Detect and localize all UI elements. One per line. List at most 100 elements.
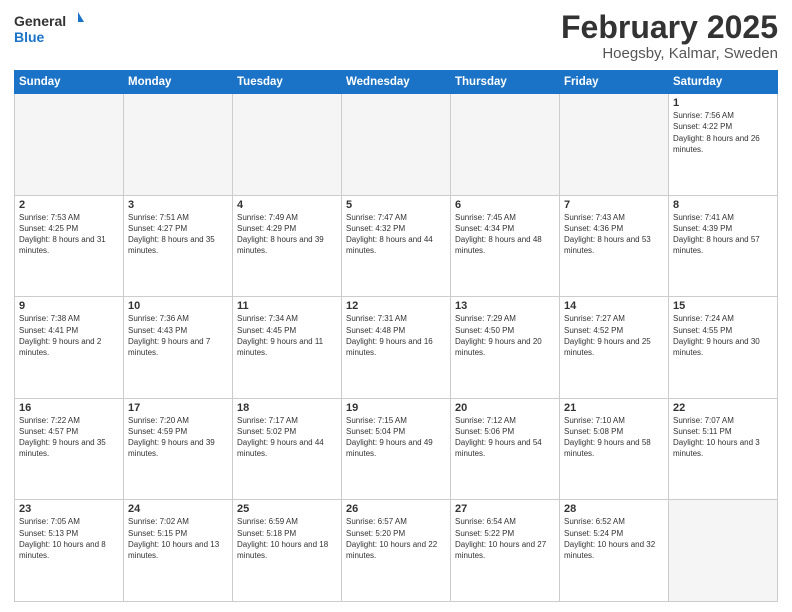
day-info: Sunrise: 7:10 AMSunset: 5:08 PMDaylight:… [564,415,664,460]
day-info: Sunrise: 7:45 AMSunset: 4:34 PMDaylight:… [455,212,555,257]
day-info: Sunrise: 7:20 AMSunset: 4:59 PMDaylight:… [128,415,228,460]
day-info: Sunrise: 7:41 AMSunset: 4:39 PMDaylight:… [673,212,773,257]
logo: General Blue [14,10,84,46]
col-saturday: Saturday [669,71,778,94]
day-info: Sunrise: 7:02 AMSunset: 5:15 PMDaylight:… [128,516,228,561]
calendar-day: 14Sunrise: 7:27 AMSunset: 4:52 PMDayligh… [560,297,669,399]
col-thursday: Thursday [451,71,560,94]
day-number: 7 [564,199,664,211]
day-info: Sunrise: 6:54 AMSunset: 5:22 PMDaylight:… [455,516,555,561]
col-wednesday: Wednesday [342,71,451,94]
day-info: Sunrise: 7:17 AMSunset: 5:02 PMDaylight:… [237,415,337,460]
calendar-day: 20Sunrise: 7:12 AMSunset: 5:06 PMDayligh… [451,398,560,500]
col-monday: Monday [124,71,233,94]
calendar: Sunday Monday Tuesday Wednesday Thursday… [14,70,778,602]
calendar-week-3: 9Sunrise: 7:38 AMSunset: 4:41 PMDaylight… [15,297,778,399]
day-info: Sunrise: 7:31 AMSunset: 4:48 PMDaylight:… [346,313,446,358]
day-number: 6 [455,199,555,211]
calendar-day: 7Sunrise: 7:43 AMSunset: 4:36 PMDaylight… [560,195,669,297]
day-number: 18 [237,402,337,414]
day-number: 5 [346,199,446,211]
day-info: Sunrise: 7:05 AMSunset: 5:13 PMDaylight:… [19,516,119,561]
calendar-day: 6Sunrise: 7:45 AMSunset: 4:34 PMDaylight… [451,195,560,297]
day-number: 10 [128,300,228,312]
calendar-day: 9Sunrise: 7:38 AMSunset: 4:41 PMDaylight… [15,297,124,399]
day-number: 3 [128,199,228,211]
calendar-day [342,94,451,196]
day-info: Sunrise: 7:51 AMSunset: 4:27 PMDaylight:… [128,212,228,257]
title-block: February 2025 Hoegsby, Kalmar, Sweden [561,10,778,62]
calendar-day: 2Sunrise: 7:53 AMSunset: 4:25 PMDaylight… [15,195,124,297]
day-info: Sunrise: 6:52 AMSunset: 5:24 PMDaylight:… [564,516,664,561]
calendar-day: 23Sunrise: 7:05 AMSunset: 5:13 PMDayligh… [15,500,124,602]
day-number: 21 [564,402,664,414]
day-number: 26 [346,503,446,515]
day-number: 16 [19,402,119,414]
day-number: 24 [128,503,228,515]
day-info: Sunrise: 7:34 AMSunset: 4:45 PMDaylight:… [237,313,337,358]
day-number: 23 [19,503,119,515]
day-info: Sunrise: 6:59 AMSunset: 5:18 PMDaylight:… [237,516,337,561]
day-number: 25 [237,503,337,515]
day-number: 8 [673,199,773,211]
day-number: 19 [346,402,446,414]
day-info: Sunrise: 7:47 AMSunset: 4:32 PMDaylight:… [346,212,446,257]
col-tuesday: Tuesday [233,71,342,94]
header: General Blue February 2025 Hoegsby, Kalm… [14,10,778,62]
calendar-day: 28Sunrise: 6:52 AMSunset: 5:24 PMDayligh… [560,500,669,602]
day-number: 15 [673,300,773,312]
calendar-week-4: 16Sunrise: 7:22 AMSunset: 4:57 PMDayligh… [15,398,778,500]
calendar-day: 11Sunrise: 7:34 AMSunset: 4:45 PMDayligh… [233,297,342,399]
day-info: Sunrise: 7:53 AMSunset: 4:25 PMDaylight:… [19,212,119,257]
calendar-week-5: 23Sunrise: 7:05 AMSunset: 5:13 PMDayligh… [15,500,778,602]
calendar-day: 26Sunrise: 6:57 AMSunset: 5:20 PMDayligh… [342,500,451,602]
day-info: Sunrise: 7:49 AMSunset: 4:29 PMDaylight:… [237,212,337,257]
calendar-day: 16Sunrise: 7:22 AMSunset: 4:57 PMDayligh… [15,398,124,500]
calendar-day [451,94,560,196]
calendar-day: 15Sunrise: 7:24 AMSunset: 4:55 PMDayligh… [669,297,778,399]
calendar-day: 18Sunrise: 7:17 AMSunset: 5:02 PMDayligh… [233,398,342,500]
day-info: Sunrise: 7:27 AMSunset: 4:52 PMDaylight:… [564,313,664,358]
day-number: 13 [455,300,555,312]
calendar-day: 8Sunrise: 7:41 AMSunset: 4:39 PMDaylight… [669,195,778,297]
day-number: 1 [673,97,773,109]
calendar-day: 19Sunrise: 7:15 AMSunset: 5:04 PMDayligh… [342,398,451,500]
day-info: Sunrise: 7:07 AMSunset: 5:11 PMDaylight:… [673,415,773,460]
day-number: 28 [564,503,664,515]
day-number: 12 [346,300,446,312]
day-info: Sunrise: 7:43 AMSunset: 4:36 PMDaylight:… [564,212,664,257]
day-number: 2 [19,199,119,211]
calendar-day: 5Sunrise: 7:47 AMSunset: 4:32 PMDaylight… [342,195,451,297]
calendar-week-1: 1Sunrise: 7:56 AMSunset: 4:22 PMDaylight… [15,94,778,196]
day-info: Sunrise: 7:22 AMSunset: 4:57 PMDaylight:… [19,415,119,460]
day-number: 14 [564,300,664,312]
logo-svg: General Blue [14,10,84,46]
day-info: Sunrise: 7:38 AMSunset: 4:41 PMDaylight:… [19,313,119,358]
calendar-day [233,94,342,196]
day-info: Sunrise: 7:36 AMSunset: 4:43 PMDaylight:… [128,313,228,358]
day-number: 9 [19,300,119,312]
calendar-day [669,500,778,602]
calendar-day [124,94,233,196]
calendar-day: 24Sunrise: 7:02 AMSunset: 5:15 PMDayligh… [124,500,233,602]
calendar-day: 10Sunrise: 7:36 AMSunset: 4:43 PMDayligh… [124,297,233,399]
day-info: Sunrise: 7:24 AMSunset: 4:55 PMDaylight:… [673,313,773,358]
day-info: Sunrise: 7:15 AMSunset: 5:04 PMDaylight:… [346,415,446,460]
day-number: 11 [237,300,337,312]
calendar-day: 4Sunrise: 7:49 AMSunset: 4:29 PMDaylight… [233,195,342,297]
calendar-week-2: 2Sunrise: 7:53 AMSunset: 4:25 PMDaylight… [15,195,778,297]
day-info: Sunrise: 6:57 AMSunset: 5:20 PMDaylight:… [346,516,446,561]
calendar-day: 1Sunrise: 7:56 AMSunset: 4:22 PMDaylight… [669,94,778,196]
day-info: Sunrise: 7:29 AMSunset: 4:50 PMDaylight:… [455,313,555,358]
page: General Blue February 2025 Hoegsby, Kalm… [0,0,792,612]
col-friday: Friday [560,71,669,94]
day-number: 17 [128,402,228,414]
calendar-day [15,94,124,196]
calendar-day: 27Sunrise: 6:54 AMSunset: 5:22 PMDayligh… [451,500,560,602]
day-number: 4 [237,199,337,211]
calendar-day: 12Sunrise: 7:31 AMSunset: 4:48 PMDayligh… [342,297,451,399]
calendar-day: 21Sunrise: 7:10 AMSunset: 5:08 PMDayligh… [560,398,669,500]
day-number: 22 [673,402,773,414]
day-number: 27 [455,503,555,515]
calendar-day: 22Sunrise: 7:07 AMSunset: 5:11 PMDayligh… [669,398,778,500]
